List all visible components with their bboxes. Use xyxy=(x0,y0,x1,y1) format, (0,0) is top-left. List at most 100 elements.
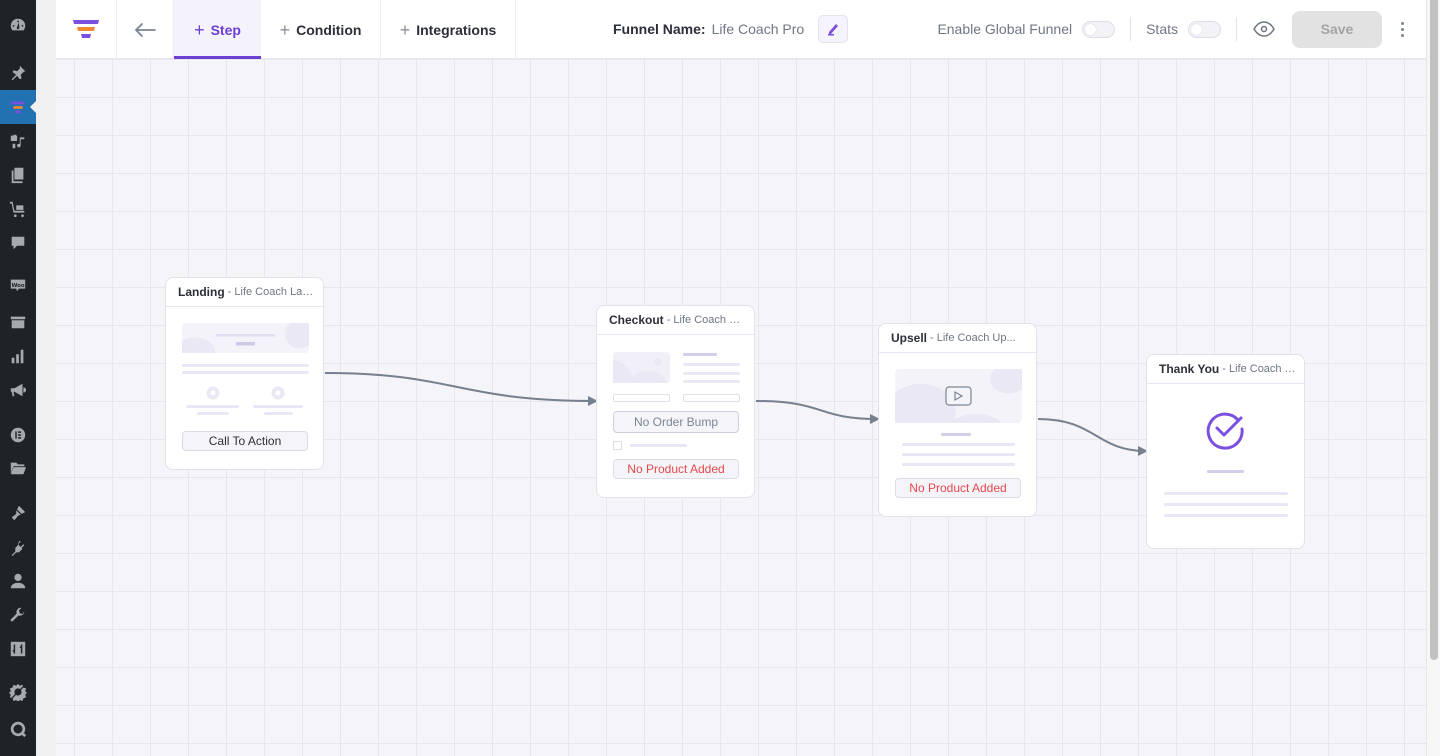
step-node-upsell[interactable]: Upsell - Life Coach Up... No Product Add… xyxy=(878,323,1037,517)
node-subtitle: - Life Coach Ch... xyxy=(666,314,746,326)
sidebar-item-plugins[interactable] xyxy=(0,530,36,564)
archive-icon xyxy=(10,316,26,329)
more-options-button[interactable] xyxy=(1394,21,1410,37)
sidebar-item-comments[interactable] xyxy=(0,226,36,260)
step-node-landing[interactable]: Landing - Life Coach Lan... Call To Acti… xyxy=(165,277,324,470)
sidebar-item-settings[interactable] xyxy=(0,632,36,666)
order-bump-button[interactable]: No Order Bump xyxy=(613,411,739,433)
sidebar-item-dashboard[interactable] xyxy=(0,8,36,42)
edge-landing-to-checkout[interactable] xyxy=(324,372,598,406)
global-funnel-toggle[interactable] xyxy=(1082,20,1116,38)
text-line xyxy=(264,412,293,415)
tab-condition-label: Condition xyxy=(296,21,362,38)
dot xyxy=(1400,33,1404,37)
tab-step-label: Step xyxy=(210,21,241,38)
text-line xyxy=(186,405,239,408)
pencil-icon xyxy=(828,24,839,36)
plus-icon: + xyxy=(399,19,411,40)
dot xyxy=(1400,21,1404,25)
sidebar-item-funnels[interactable] xyxy=(0,90,36,124)
funnel-name-value: Life Coach Pro xyxy=(711,21,805,37)
save-button[interactable]: Save xyxy=(1292,10,1382,48)
node-subtitle: - Life Coach Tha... xyxy=(1222,363,1296,375)
sidebar-item-templates[interactable] xyxy=(0,451,36,485)
feature-icon xyxy=(271,386,285,400)
text-line xyxy=(182,364,309,367)
sidebar-item-woocommerce[interactable]: Woo xyxy=(0,268,36,302)
sidebar-item-appearance[interactable] xyxy=(0,496,36,530)
sidebar-item-woo-orders[interactable] xyxy=(0,192,36,226)
preview-button[interactable] xyxy=(1252,17,1276,41)
sidebar-item-marketing[interactable] xyxy=(0,373,36,407)
sidebar-item-tools[interactable] xyxy=(0,598,36,632)
tab-step[interactable]: + Step xyxy=(174,0,261,59)
divider xyxy=(1236,17,1237,41)
node-header: Checkout - Life Coach Ch... xyxy=(597,306,754,335)
sliders-icon xyxy=(10,641,26,657)
wrench-icon xyxy=(10,607,25,622)
funnel-logo-icon xyxy=(73,19,99,38)
input-placeholder xyxy=(613,394,670,402)
edge-checkout-to-upsell[interactable] xyxy=(755,400,880,424)
brush-icon xyxy=(11,505,26,521)
back-button[interactable] xyxy=(117,0,174,59)
sidebar-item-q-plugin[interactable] xyxy=(0,712,36,746)
funnel-name-label: Funnel Name: xyxy=(613,21,706,37)
node-subtitle: - Life Coach Lan... xyxy=(227,286,315,298)
input-placeholder xyxy=(683,394,740,402)
sidebar-item-products[interactable] xyxy=(0,305,36,339)
text-line xyxy=(1164,514,1288,517)
call-to-action-button[interactable]: Call To Action xyxy=(182,431,308,451)
sidebar-item-pages[interactable] xyxy=(0,158,36,192)
page-scrollbar[interactable] xyxy=(1426,0,1440,756)
scrollbar-thumb[interactable] xyxy=(1430,0,1438,660)
video-placeholder xyxy=(895,369,1022,423)
add-product-button[interactable]: No Product Added xyxy=(613,459,739,479)
svg-text:Woo: Woo xyxy=(11,283,24,289)
sidebar-item-users[interactable] xyxy=(0,564,36,598)
edge-upsell-to-thankyou[interactable] xyxy=(1037,418,1148,456)
node-header: Landing - Life Coach Lan... xyxy=(166,278,323,307)
sidebar-item-elementor[interactable] xyxy=(0,418,36,452)
funnel-builder-toolbar: + Step + Condition + Integrations Funnel… xyxy=(56,0,1426,59)
node-subtitle: - Life Coach Up... xyxy=(930,332,1016,344)
text-line xyxy=(1207,470,1244,473)
add-product-button[interactable]: No Product Added xyxy=(895,478,1021,498)
sidebar-item-posts[interactable] xyxy=(0,56,36,90)
tab-integrations[interactable]: + Integrations xyxy=(381,0,516,59)
sidebar-item-media[interactable] xyxy=(0,124,36,158)
text-line xyxy=(902,463,1015,466)
checkbox-placeholder xyxy=(613,441,622,450)
step-node-thank-you[interactable]: Thank You - Life Coach Tha... xyxy=(1146,354,1305,549)
tab-condition[interactable]: + Condition xyxy=(261,0,381,59)
stats-label: Stats xyxy=(1146,21,1178,37)
text-line xyxy=(683,363,740,366)
text-line xyxy=(1164,492,1288,495)
sidebar-item-analytics[interactable] xyxy=(0,339,36,373)
tab-integrations-label: Integrations xyxy=(416,21,497,38)
elementor-icon xyxy=(10,427,26,443)
pin-icon xyxy=(11,65,26,81)
arrow-left-icon xyxy=(134,22,156,37)
comments-icon xyxy=(11,236,25,250)
node-header: Thank You - Life Coach Tha... xyxy=(1147,355,1304,384)
text-line xyxy=(941,433,971,436)
global-funnel-label: Enable Global Funnel xyxy=(937,21,1073,37)
app-logo xyxy=(56,0,117,59)
woo-icon: Woo xyxy=(10,279,26,292)
funnel-canvas[interactable]: Landing - Life Coach Lan... Call To Acti… xyxy=(56,59,1426,756)
node-type: Upsell xyxy=(891,331,928,345)
text-line xyxy=(902,443,1015,446)
step-node-checkout[interactable]: Checkout - Life Coach Ch... No Order Bum… xyxy=(596,305,755,498)
edit-funnel-name-button[interactable] xyxy=(818,15,849,43)
funnel-icon xyxy=(11,101,25,114)
funnel-name-group: Funnel Name: Life Coach Pro xyxy=(613,14,849,44)
q-plugin-icon xyxy=(10,721,27,738)
stats-toggle[interactable] xyxy=(1188,20,1221,38)
megaphone-icon xyxy=(10,383,27,397)
divider xyxy=(1130,17,1132,41)
sidebar-item-gear-plugin[interactable] xyxy=(0,675,36,709)
plugin-icon xyxy=(11,540,25,556)
feature-icon xyxy=(206,386,220,400)
wp-admin-sidebar: Woo xyxy=(0,0,36,756)
